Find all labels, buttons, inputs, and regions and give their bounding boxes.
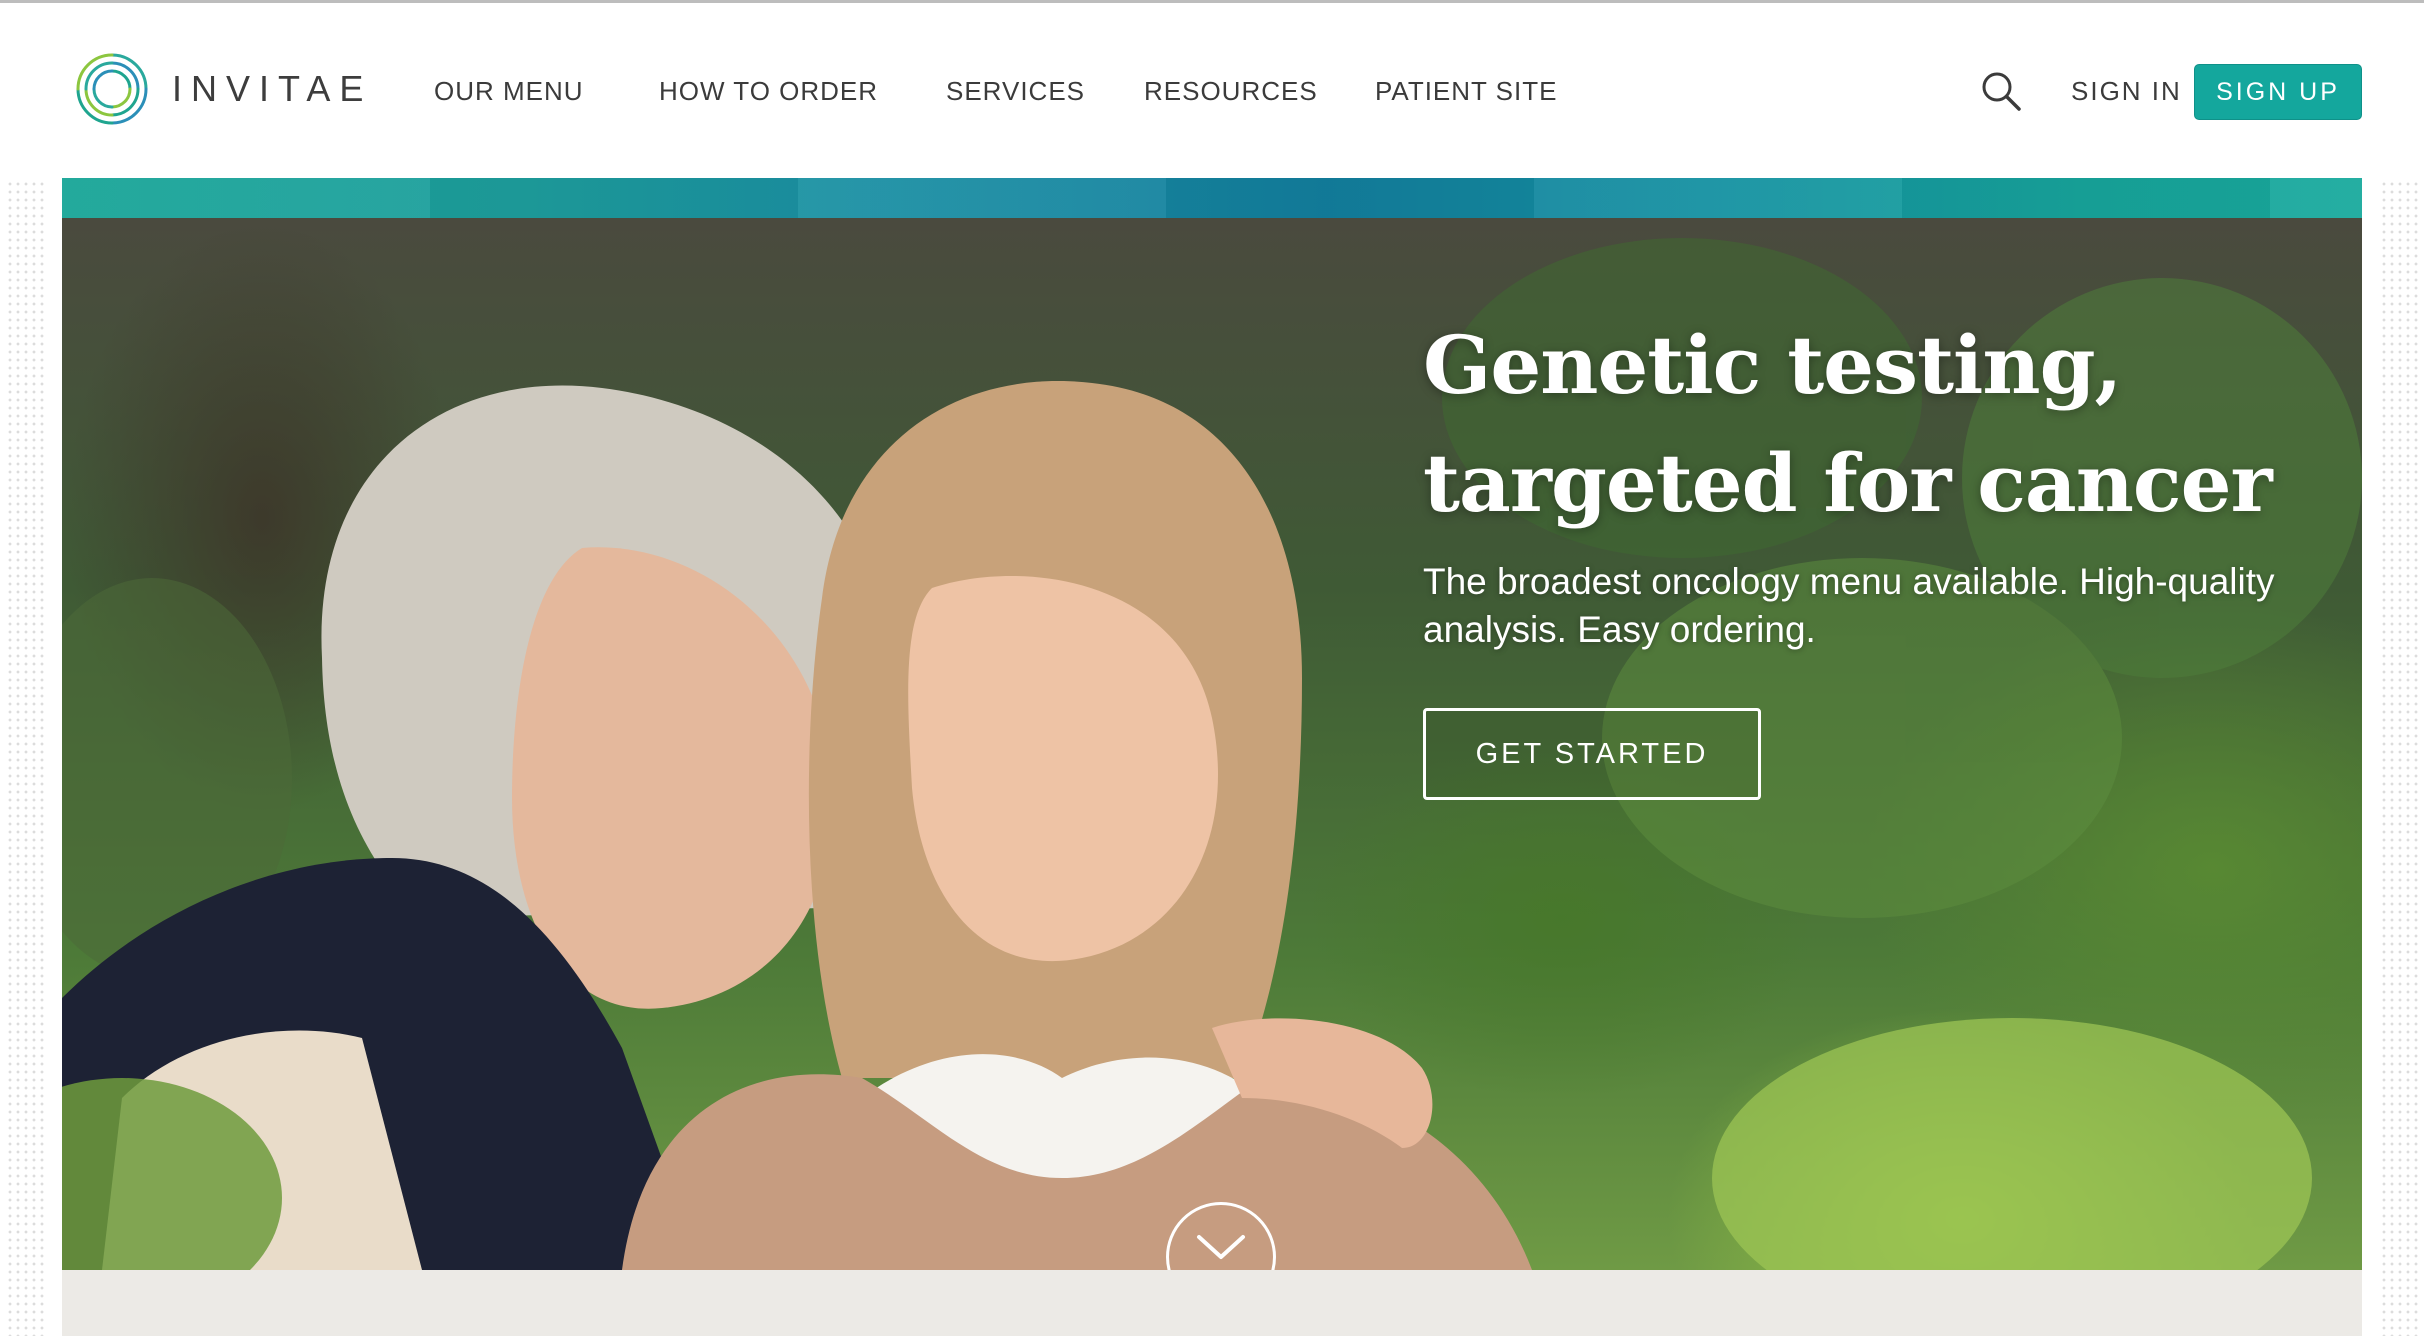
brand-wordmark: INVITAE	[172, 68, 373, 109]
search-icon	[1982, 72, 2021, 111]
get-started-button[interactable]: GET STARTED	[1423, 708, 1761, 800]
site-header: INVITAE OUR MENU HOW TO ORDER SERVICES R…	[0, 3, 2424, 178]
hero-headline-line-2: targeted for cancer	[1423, 436, 2273, 530]
dotted-pattern-right	[2380, 180, 2420, 1336]
nav-how-to-order[interactable]: HOW TO ORDER	[659, 76, 878, 107]
hero-subheading: The broadest oncology menu available. Hi…	[1423, 561, 2275, 650]
logo-link[interactable]: INVITAE	[72, 49, 372, 129]
chevron-down-icon	[1197, 1235, 1245, 1259]
sign-in-link[interactable]: SIGN IN	[2071, 76, 2182, 107]
sign-up-button[interactable]: SIGN UP	[2194, 64, 2362, 120]
hero-banner: Genetic testing, targeted for cancer The…	[62, 218, 2362, 1270]
nav-our-menu[interactable]: OUR MENU	[434, 76, 584, 107]
hero-headline: Genetic testing, targeted for cancer	[1423, 306, 2323, 542]
teal-banner-strip	[62, 178, 2362, 218]
next-section-background	[62, 1270, 2362, 1336]
nav-resources[interactable]: RESOURCES	[1144, 76, 1318, 107]
dotted-pattern-left	[6, 180, 46, 1336]
nav-services[interactable]: SERVICES	[946, 76, 1085, 107]
hero-headline-line-1: Genetic testing,	[1423, 318, 2122, 412]
nav-patient-site[interactable]: PATIENT SITE	[1375, 76, 1557, 107]
invitae-logo-icon	[76, 53, 148, 125]
search-button[interactable]	[1979, 69, 2023, 113]
